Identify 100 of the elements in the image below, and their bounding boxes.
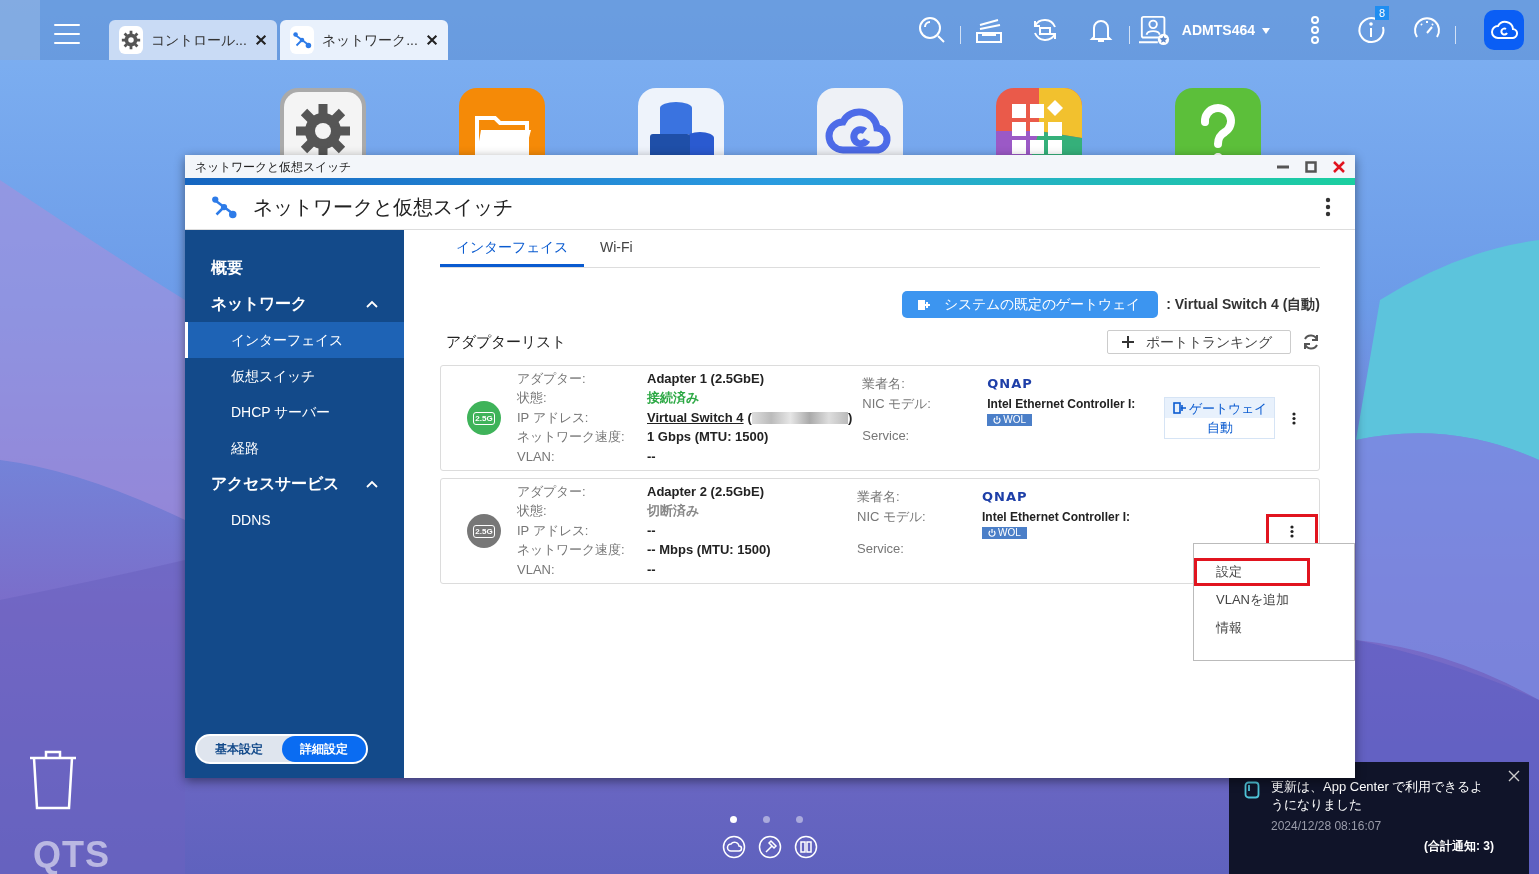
port-trunking-button[interactable]: ポートトランキング [1107, 330, 1291, 354]
ip-link[interactable]: Virtual Switch 4 [647, 409, 744, 425]
vendor-logo: QNAP [987, 375, 1034, 393]
field-label: IP アドレス: [517, 521, 590, 540]
more-icon [1290, 524, 1294, 538]
field-label: ネットワーク速度: [517, 541, 626, 560]
page-dot[interactable] [763, 816, 770, 823]
page-dot[interactable] [730, 816, 737, 823]
tab[interactable]: Wi-Fi [584, 237, 649, 267]
caret-icon [1261, 26, 1271, 35]
power-icon [988, 529, 996, 537]
field-label: NIC モデル: [857, 508, 927, 526]
field-label: Service: [857, 540, 905, 558]
mode-option[interactable]: 詳細設定 [281, 736, 366, 762]
sidebar-item[interactable]: DDNS [185, 502, 404, 538]
field-label: アダプター: [517, 482, 587, 501]
field-label: Service: [862, 427, 911, 445]
field-value: 1 Gbps (MTU: 1500) [647, 428, 770, 447]
field-value: Intel Ethernet Controller I: [982, 509, 1130, 526]
folder-app-icon[interactable] [459, 88, 545, 155]
field-value: -- [647, 447, 657, 466]
maximize-icon[interactable] [1305, 160, 1317, 173]
page-dot[interactable] [796, 816, 803, 823]
section-title: アダプターリスト [446, 331, 566, 352]
menu-icon[interactable] [53, 22, 81, 46]
field-value: ) [847, 409, 853, 425]
info-icon[interactable] [1356, 15, 1386, 45]
field-value: Adapter 1 (2.5GbE) [647, 369, 766, 388]
field-value: -- [647, 521, 657, 540]
field-label: 業者名: [862, 375, 906, 393]
sidebar-section[interactable]: 概要 [185, 250, 404, 286]
field-value: -- [647, 560, 657, 579]
status-value: 切断済み [647, 502, 700, 521]
app-tab[interactable]: コントロール... [109, 20, 277, 60]
more-icon [1292, 411, 1296, 425]
field-value: Adapter 2 (2.5GbE) [647, 482, 766, 501]
field-label: ネットワーク速度: [517, 428, 626, 447]
network-icon [291, 29, 314, 51]
gateway-icon [1172, 401, 1187, 416]
search-icon[interactable] [916, 15, 947, 45]
tab[interactable]: インターフェイス [440, 237, 584, 267]
field-value: -- Mbps (MTU: 1500) [647, 541, 772, 560]
storage-app-icon[interactable] [638, 88, 724, 155]
status-value: 接続済み [647, 389, 700, 408]
window-caption: ネットワークと仮想スイッチ [195, 158, 351, 176]
field-value: Intel Ethernet Controller I: [987, 396, 1136, 413]
notification-message: 更新は、App Center で利用できるようになりました [1271, 778, 1485, 814]
notification-time: 2024/12/28 08:16:07 [1271, 818, 1382, 835]
sidebar-section[interactable]: アクセスサービス [185, 466, 404, 502]
plus-icon [1122, 336, 1134, 348]
chevron-up-icon [366, 300, 378, 308]
sidebar-item[interactable]: 経路 [185, 430, 404, 466]
chevron-up-icon [366, 480, 378, 488]
settings-app-icon[interactable] [280, 88, 366, 155]
app-tab[interactable]: ネットワーク... [280, 20, 448, 60]
help-app-icon[interactable] [1175, 88, 1261, 155]
close-icon[interactable] [425, 33, 438, 47]
adapter-status-icon: 2.5G [467, 514, 501, 548]
sidebar-item[interactable]: インターフェイス [185, 322, 404, 358]
menu-item[interactable]: 情報 [1194, 614, 1354, 642]
close-icon[interactable] [254, 33, 267, 47]
field-label: VLAN: [517, 447, 556, 466]
field-value: ( [747, 409, 752, 425]
field-label: VLAN: [517, 560, 556, 579]
gateway-tag: ゲートウェイ 自動 [1164, 397, 1275, 439]
field-label: 状態: [517, 502, 548, 521]
field-label: IP アドレス: [517, 408, 590, 427]
book-icon[interactable] [794, 835, 818, 859]
sidebar-item[interactable]: 仮想スイッチ [185, 358, 404, 394]
field-label: 業者名: [857, 488, 901, 506]
field-label: NIC モデル: [862, 395, 932, 413]
menu-item[interactable]: 設定 [1194, 558, 1310, 586]
notification-total: (合計通知: 3) [1424, 838, 1494, 855]
cloud-app-button[interactable] [1484, 10, 1524, 50]
cloud-icon [1490, 20, 1518, 40]
wol-tag: WOL [982, 527, 1027, 539]
user-icon[interactable] [1138, 13, 1171, 47]
refresh-icon[interactable] [1302, 333, 1320, 351]
os-logo: QTS [33, 833, 110, 874]
wol-tag: WOL [987, 414, 1033, 426]
window-title: ネットワークと仮想スイッチ [253, 195, 513, 220]
vendor-logo: QNAP [982, 488, 1029, 506]
notification-count: 8 [1374, 6, 1389, 20]
app-icon [1244, 781, 1260, 799]
cloud-app-icon[interactable] [817, 88, 903, 155]
hammer-icon[interactable] [758, 835, 782, 859]
menu-item[interactable]: VLANを追加 [1194, 586, 1354, 614]
gateway-value: : Virtual Switch 4 (自動) [1166, 295, 1320, 314]
more-icon[interactable] [1325, 197, 1331, 217]
cloud-icon[interactable] [722, 835, 746, 859]
app-grid-icon[interactable] [996, 88, 1082, 155]
sidebar-item[interactable]: DHCP サーバー [185, 394, 404, 430]
trash-icon[interactable] [28, 748, 78, 810]
gear-icon [120, 29, 143, 51]
adapter-status-icon: 2.5G [467, 401, 501, 435]
sidebar-section[interactable]: ネットワーク [185, 286, 404, 322]
field-label: 状態: [517, 389, 548, 408]
power-icon [993, 416, 1002, 424]
mode-option[interactable]: 基本設定 [197, 736, 282, 762]
field-label: アダプター: [517, 369, 587, 388]
